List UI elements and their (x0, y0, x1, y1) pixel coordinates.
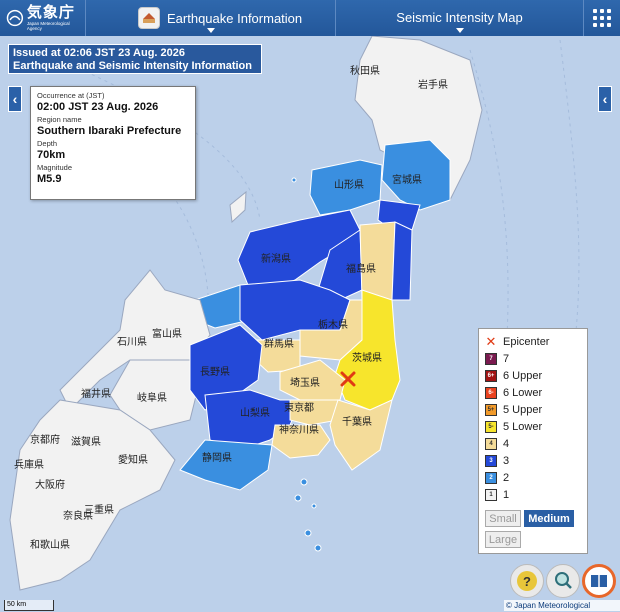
earthquake-icon (138, 7, 160, 29)
legend-swatch: 4 (485, 437, 497, 450)
region-label: Region name (37, 115, 82, 124)
legend-item-label: 5 Lower (503, 420, 543, 433)
depth-label: Depth (37, 139, 58, 148)
legend-swatch: 5+ (485, 403, 497, 416)
label-shizuoka: 静岡県 (202, 451, 232, 464)
depth-value: 70km (37, 149, 66, 161)
header-bar: 気象庁 Japan Meteorological Agency Earthqua… (0, 0, 620, 36)
legend-item: 6- 6 Lower (485, 384, 581, 401)
legend-item-label: 6 Upper (503, 369, 543, 382)
legend-item: 33 (485, 452, 581, 469)
label-fukushima: 福島県 (346, 262, 376, 275)
logo-subtitle: Japan Meteorological Agency (26, 21, 70, 31)
copyright-text: © Japan Meteorological Agency (504, 600, 620, 611)
label-yamagata: 山形県 (334, 179, 364, 191)
logo-title: 気象庁 (26, 4, 75, 21)
label-kanagawa: 神奈川県 (279, 423, 319, 436)
legend-item: 22 (485, 469, 581, 486)
earthquake-info-box: Occurrence at (JST) 02:00 JST 23 Aug. 20… (30, 86, 196, 200)
issued-banner: Issued at 02:06 JST 23 Aug. 2026 Earthqu… (8, 44, 262, 74)
label-ibaraki: 茨城県 (352, 351, 382, 364)
label-hyogo: 兵庫県 (14, 458, 44, 471)
legend-swatch: 6+ (485, 369, 497, 382)
legend-item-label: 5 Upper (503, 403, 543, 416)
magnitude-label: Magnitude (37, 163, 73, 172)
legend-item-label: 7 (503, 352, 510, 365)
prev-arrow-button[interactable]: ‹ (8, 86, 22, 112)
occurrence-label: Occurrence at (JST) (37, 91, 105, 100)
region-value: Southern Ibaraki Prefecture (37, 125, 182, 137)
legend-item: 77 (485, 350, 581, 367)
label-shiga: 滋賀県 (71, 435, 101, 448)
label-gunma: 群馬県 (264, 337, 294, 350)
jma-logo[interactable]: 気象庁 Japan Meteorological Agency (0, 0, 86, 36)
chevron-down-icon (206, 28, 215, 33)
label-tochigi: 栃木県 (318, 318, 348, 331)
jma-logo-icon (6, 9, 24, 27)
magnifier-icon (555, 572, 572, 589)
legend-epicenter: ✕ Epicenter (485, 333, 581, 350)
tab-earthquake-information[interactable]: Earthquake Information (86, 0, 336, 36)
legend-item: 6+ 6 Upper (485, 367, 581, 384)
label-niigata: 新潟県 (261, 252, 291, 265)
legend-swatch: 6- (485, 386, 497, 399)
tab-seismic-intensity-map[interactable]: Seismic Intensity Map (336, 0, 584, 36)
issued-time: Issued at 02:06 JST 23 Aug. 2026 (13, 47, 186, 59)
label-wakayama: 和歌山県 (30, 538, 70, 551)
occurrence-value: 02:00 JST 23 Aug. 2026 (37, 101, 159, 113)
guide-book-button[interactable] (582, 564, 616, 598)
app-root: 秋田県 岩手県 山形県 宮城県 新潟県 福島県 富山県 石川県 群馬県 栃木県 … (0, 0, 620, 612)
legend-swatch: 3 (485, 454, 497, 467)
help-icon: ? (517, 571, 537, 591)
label-yamanashi: 山梨県 (240, 406, 270, 419)
label-kyoto: 京都府 (30, 433, 60, 446)
legend-item-label: 1 (503, 488, 510, 501)
tab-map-label: Seismic Intensity Map (396, 9, 523, 25)
issued-title: Earthquake and Seismic Intensity Informa… (13, 60, 252, 72)
label-fukui: 福井県 (81, 387, 111, 400)
label-nagano: 長野県 (200, 366, 230, 378)
help-button[interactable]: ? (510, 564, 544, 598)
label-aichi: 愛知県 (118, 453, 148, 466)
chevron-down-icon (455, 28, 464, 33)
legend-item: 5- 5 Lower (485, 418, 581, 435)
grid-menu-icon[interactable] (584, 0, 620, 36)
legend-swatch: 7 (485, 352, 497, 365)
label-saitama: 埼玉県 (290, 376, 320, 389)
epicenter-icon: ✕ (485, 333, 497, 349)
label-chiba: 千葉県 (342, 415, 372, 428)
size-small-button[interactable]: Small (485, 510, 521, 527)
more-button[interactable] (546, 564, 580, 598)
legend-item: 11 (485, 486, 581, 503)
tab-earthquake-label: Earthquake Information (167, 10, 303, 26)
label-osaka: 大阪府 (35, 478, 65, 491)
legend-item-label: 2 (503, 471, 510, 484)
label-tokyo: 東京都 (284, 401, 314, 414)
book-icon (591, 575, 607, 587)
label-miyagi: 宮城県 (392, 173, 422, 186)
size-medium-button[interactable]: Medium (524, 510, 574, 527)
legend-item-label: 4 (503, 437, 510, 450)
legend-item-label: 6 Lower (503, 386, 543, 399)
label-ishikawa: 石川県 (117, 336, 147, 348)
legend-swatch: 1 (485, 488, 497, 501)
magnitude-value: M5.9 (37, 173, 62, 185)
label-mie: 三重県 (84, 503, 114, 516)
legend-item: 44 (485, 435, 581, 452)
svg-text:?: ? (523, 574, 531, 589)
legend-item-label: 3 (503, 454, 510, 467)
label-gifu: 岐阜県 (137, 391, 167, 404)
scale-bar: 50 km (4, 600, 54, 611)
label-akita: 秋田県 (350, 64, 380, 77)
legend-item: 5+ 5 Upper (485, 401, 581, 418)
size-large-button[interactable]: Large (485, 531, 521, 548)
legend-swatch: 5- (485, 420, 497, 433)
next-arrow-button[interactable]: ‹ (598, 86, 612, 112)
label-toyama: 富山県 (152, 327, 182, 340)
label-iwate: 岩手県 (418, 78, 448, 91)
legend-swatch: 2 (485, 471, 497, 484)
legend-epicenter-label: Epicenter (503, 335, 550, 348)
